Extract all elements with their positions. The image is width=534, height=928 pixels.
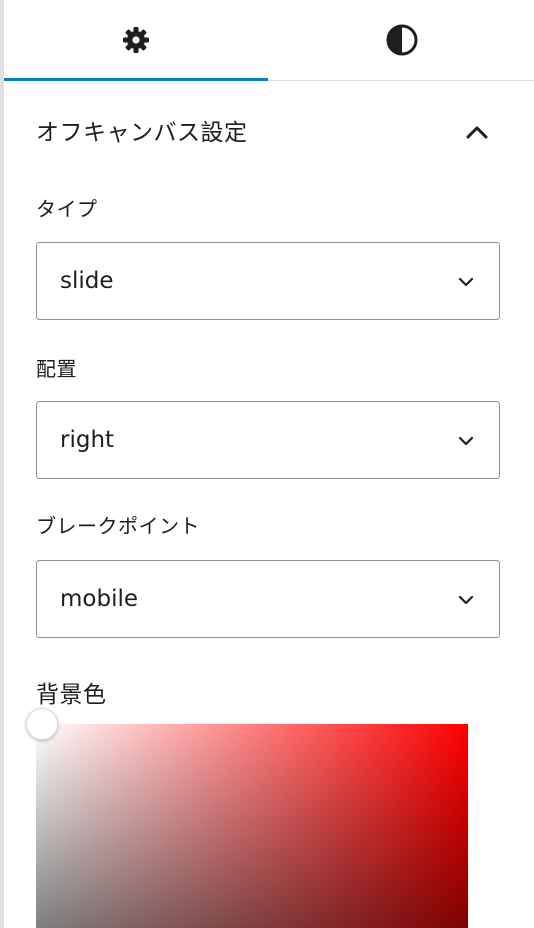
breakpoint-select[interactable]: mobile	[36, 560, 500, 638]
chevron-up-icon	[464, 120, 490, 146]
type-select-value: slide	[60, 268, 114, 294]
chevron-down-icon	[457, 273, 475, 291]
breakpoint-label: ブレークポイント	[36, 514, 200, 538]
offcanvas-settings-toggle[interactable]: オフキャンバス設定	[4, 82, 534, 184]
placement-select-value: right	[60, 427, 115, 453]
color-picker-handle[interactable]	[26, 708, 58, 740]
color-picker	[36, 724, 468, 928]
tab-settings[interactable]	[4, 0, 268, 81]
type-select[interactable]: slide	[36, 242, 500, 320]
placement-label: 配置	[36, 357, 77, 381]
color-saturation-area[interactable]	[36, 724, 468, 928]
half-circle-contrast-icon	[385, 23, 419, 57]
breakpoint-select-value: mobile	[60, 586, 139, 612]
block-settings-panel: オフキャンバス設定 タイプ slide 配置 right ブレークポイント mo…	[0, 0, 534, 928]
background-color-label: 背景色	[36, 682, 107, 708]
tab-styles[interactable]	[270, 0, 534, 80]
placement-select[interactable]: right	[36, 401, 500, 479]
gear-icon	[120, 24, 152, 56]
chevron-down-icon	[457, 432, 475, 450]
sidebar-tabs	[4, 0, 534, 81]
chevron-down-icon	[457, 591, 475, 609]
section-title: オフキャンバス設定	[36, 120, 248, 146]
type-label: タイプ	[36, 197, 98, 221]
